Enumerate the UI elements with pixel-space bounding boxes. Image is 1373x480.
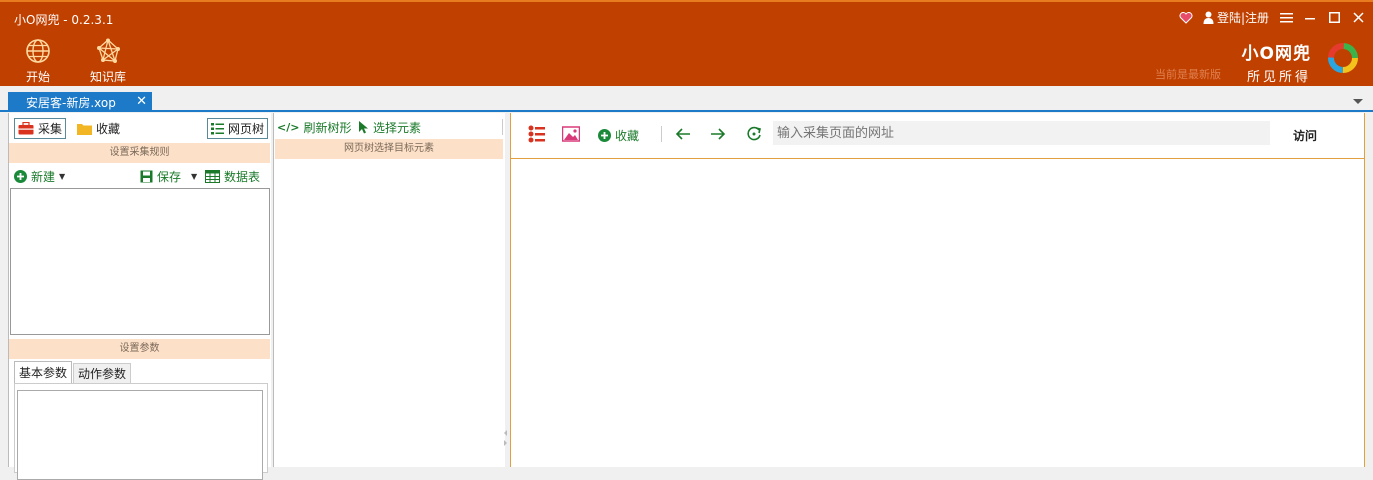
- network-icon: [97, 38, 120, 63]
- knowledge-base-label: 知识库: [89, 70, 126, 84]
- list-icon: [211, 122, 224, 134]
- splitter-handle[interactable]: [503, 428, 508, 448]
- login-label: 登陆|注册: [1216, 11, 1269, 25]
- rule-list[interactable]: [10, 188, 270, 335]
- window-controls: 登陆|注册: [1179, 9, 1365, 26]
- document-tab[interactable]: 安居客-新房.xop ✕: [8, 92, 152, 112]
- param-section-header: 设置参数: [9, 339, 270, 359]
- new-dropdown-icon[interactable]: ▼: [59, 172, 65, 181]
- brand-name: 小O网兜: [1241, 44, 1311, 64]
- minimize-icon[interactable]: [1303, 11, 1317, 25]
- toolbar-divider: [502, 119, 503, 135]
- globe-icon: [26, 39, 50, 63]
- back-arrow-icon[interactable]: [674, 125, 692, 143]
- document-tabstrip: 安居客-新房.xop ✕: [0, 86, 1373, 112]
- select-element-button[interactable]: 选择元素: [359, 119, 421, 136]
- favorites-button[interactable]: 收藏: [77, 120, 120, 137]
- menu-icon[interactable]: [1279, 11, 1293, 25]
- web-view[interactable]: [511, 159, 1364, 467]
- webtree-view[interactable]: [274, 161, 504, 467]
- start-label: 开始: [25, 70, 50, 84]
- app-title: 小O网兜 - 0.2.3.1: [14, 13, 114, 27]
- logo-icon: [1328, 43, 1358, 73]
- user-icon: [1203, 11, 1214, 24]
- visit-button[interactable]: 访问: [1293, 127, 1317, 144]
- save-dropdown-icon[interactable]: ▼: [191, 172, 197, 181]
- new-rule-button[interactable]: 新建 ▼: [14, 168, 65, 185]
- webtree-button[interactable]: 网页树: [207, 118, 269, 139]
- toolbar-divider: [661, 126, 662, 142]
- plus-circle-icon: [14, 170, 27, 183]
- brand: 小O网兜 所见所得: [1242, 39, 1311, 85]
- tab-basic-params[interactable]: 基本参数: [14, 361, 72, 383]
- collect-button[interactable]: 采集: [14, 118, 67, 139]
- save-icon: [140, 170, 153, 183]
- url-input[interactable]: [773, 121, 1270, 145]
- close-icon[interactable]: [1351, 11, 1365, 25]
- document-tab-label: 安居客-新房.xop: [26, 95, 116, 110]
- code-icon: </>: [277, 121, 300, 134]
- image-icon[interactable]: [562, 125, 580, 143]
- forward-arrow-icon[interactable]: [709, 125, 727, 143]
- login-register-link[interactable]: 登陆|注册: [1203, 9, 1269, 26]
- browser-panel: 收藏 访问: [510, 113, 1365, 467]
- table-icon: [205, 170, 220, 183]
- refresh-icon[interactable]: [745, 125, 763, 143]
- webtree-hint-band: 网页树选择目标元素: [275, 139, 503, 159]
- refresh-tree-button[interactable]: </> 刷新树形: [277, 119, 351, 136]
- save-button[interactable]: 保存 ▼: [140, 168, 197, 185]
- start-button[interactable]: 开始: [14, 38, 62, 85]
- folder-icon: [77, 123, 92, 135]
- knowledge-base-button[interactable]: 知识库: [84, 38, 132, 85]
- update-status: 当前是最新版: [1155, 68, 1221, 81]
- title-bar: 小O网兜 - 0.2.3.1 登陆|注册 开始 知识库 当前是最新版 小O网兜 …: [0, 0, 1373, 86]
- tab-action-params[interactable]: 动作参数: [73, 363, 131, 383]
- rule-panel: 采集 收藏 网页树 设置采集规则 新建 ▼ 保存 ▼ 数据表 设置参数 基本参数…: [8, 113, 271, 480]
- toolbox-icon: [18, 122, 34, 135]
- rule-section-header: 设置采集规则: [9, 143, 270, 163]
- cursor-icon: [359, 121, 368, 134]
- browser-favorite-button[interactable]: 收藏: [598, 127, 639, 144]
- webtree-panel: </> 刷新树形 选择元素 网页树选择目标元素: [273, 113, 505, 467]
- params-area: [14, 383, 268, 480]
- plus-circle-icon: [598, 129, 611, 142]
- list-view-icon[interactable]: [528, 125, 546, 143]
- tab-list-dropdown-icon[interactable]: [1353, 99, 1363, 104]
- heart-icon[interactable]: [1179, 11, 1193, 25]
- tab-close-icon[interactable]: ✕: [136, 94, 147, 109]
- maximize-icon[interactable]: [1327, 11, 1341, 25]
- datatable-button[interactable]: 数据表: [205, 168, 260, 185]
- brand-slogan: 所见所得: [1246, 70, 1311, 85]
